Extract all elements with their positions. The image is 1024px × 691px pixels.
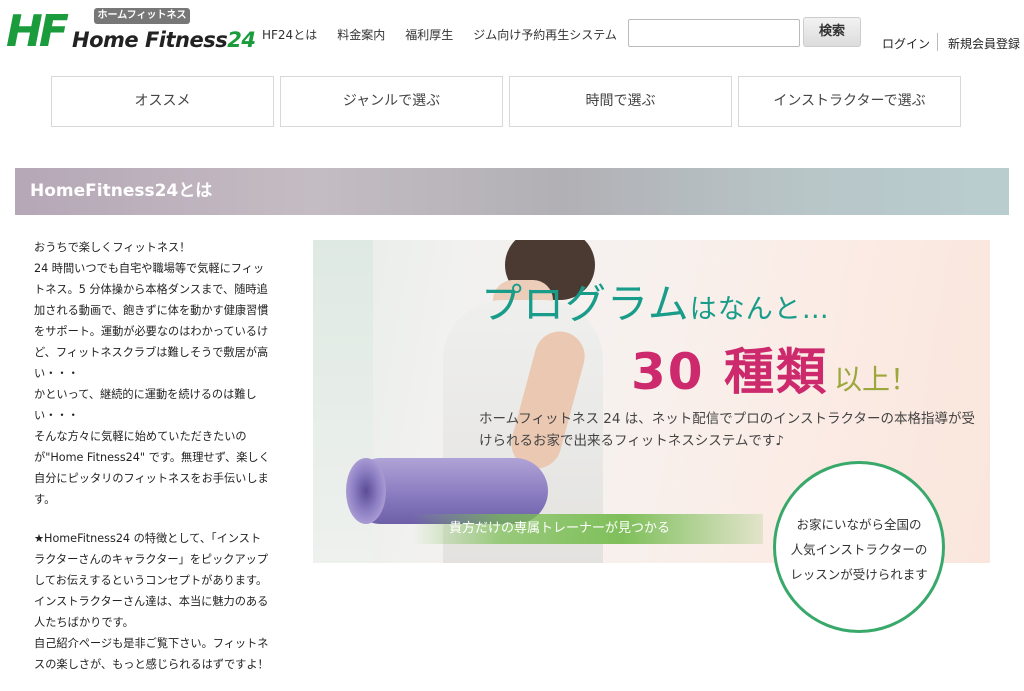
intro-line: ★HomeFitness24 の特徴として、「インストラクターさんのキャラクター… (34, 532, 269, 629)
nav-item-about[interactable]: HF24とは (262, 26, 317, 43)
intro-line: そんな方々に気軽に始めていただきたいのが"Home Fitness24" です。… (34, 430, 270, 506)
main-nav: HF24とは 料金案内 福利厚生 ジム向け予約再生システム (262, 26, 617, 43)
header-divider (937, 33, 938, 51)
hero-headline-2-big: 30 種類 (631, 343, 828, 401)
hero-headline-1-rest: はなんと… (689, 294, 830, 325)
intro-line: おうちで楽しくフィットネス！ (34, 241, 191, 254)
category-tabs: オススメ ジャンルで選ぶ 時間で選ぶ インストラクターで選ぶ (51, 76, 961, 127)
site-logo[interactable]: HF ホームフィットネス24 Home Fitness24 (6, 6, 256, 62)
hero-description: ホームフィットネス 24 は、ネット配信でプロのインストラクターの本格指導が受け… (479, 411, 975, 449)
hero-headline-2-small: 以上！ (834, 363, 919, 396)
logo-brand-text: Home Fitness (72, 28, 228, 52)
hero-green-band: 貴方だけの専属トレーナーが見つかる (413, 514, 763, 544)
login-link[interactable]: ログイン (882, 35, 930, 52)
logo-mark: HF (6, 6, 69, 57)
tab-by-genre[interactable]: ジャンルで選ぶ (280, 76, 503, 127)
logo-brand: Home Fitness24 (72, 28, 256, 52)
tab-by-time[interactable]: 時間で選ぶ (509, 76, 732, 127)
intro-line: かといって、継続的に運動を続けるのは難しい・・・ (34, 388, 257, 422)
nav-item-pricing[interactable]: 料金案内 (337, 26, 385, 43)
tab-recommended[interactable]: オススメ (51, 76, 274, 127)
site-header: HF ホームフィットネス24 Home Fitness24 HF24とは 料金案… (0, 0, 1024, 70)
hero-headline-1: プログラムはなんと… (481, 270, 830, 330)
intro-text: おうちで楽しくフィットネス！ 24 時間いつでも自宅や職場等で気軽にフィットネス… (34, 237, 270, 675)
nav-item-gym-system[interactable]: ジム向け予約再生システム (473, 26, 617, 43)
logo-kana-badge: ホームフィットネス24 (94, 8, 190, 37)
intro-line: 自己紹介ページも是非ご覧下さい。フィットネスの楽しさが、もっと感じられるはずです… (34, 637, 269, 671)
logo-brand-num: 24 (227, 28, 256, 52)
circle-line: レッスンが受けられます (790, 567, 928, 582)
hero-band-text: 貴方だけの専属トレーナーが見つかる (449, 521, 671, 536)
yoga-mat-end (346, 458, 386, 524)
section-header: HomeFitness24とは (15, 168, 1009, 215)
hero-headline-1-main: プログラム (481, 280, 690, 328)
circle-line: 人気インストラクターの (790, 542, 928, 557)
search-input[interactable] (628, 19, 800, 47)
circle-text: お家にいながら全国の 人気インストラクターの レッスンが受けられます (776, 512, 942, 587)
section-title: HomeFitness24とは (30, 181, 213, 201)
nav-item-benefits[interactable]: 福利厚生 (405, 26, 453, 43)
circle-line: お家にいながら全国の (796, 517, 922, 532)
hero-circle-badge: お家にいながら全国の 人気インストラクターの レッスンが受けられます (773, 461, 945, 633)
search-button[interactable]: 検索 (803, 17, 861, 47)
hero-headline-2: 30 種類 以上！ (631, 332, 918, 404)
register-link[interactable]: 新規会員登録 (948, 35, 1020, 52)
intro-line: 24 時間いつでも自宅や職場等で気軽にフィットネス。5 分体操から本格ダンスまで… (34, 262, 269, 380)
tab-by-instructor[interactable]: インストラクターで選ぶ (738, 76, 961, 127)
